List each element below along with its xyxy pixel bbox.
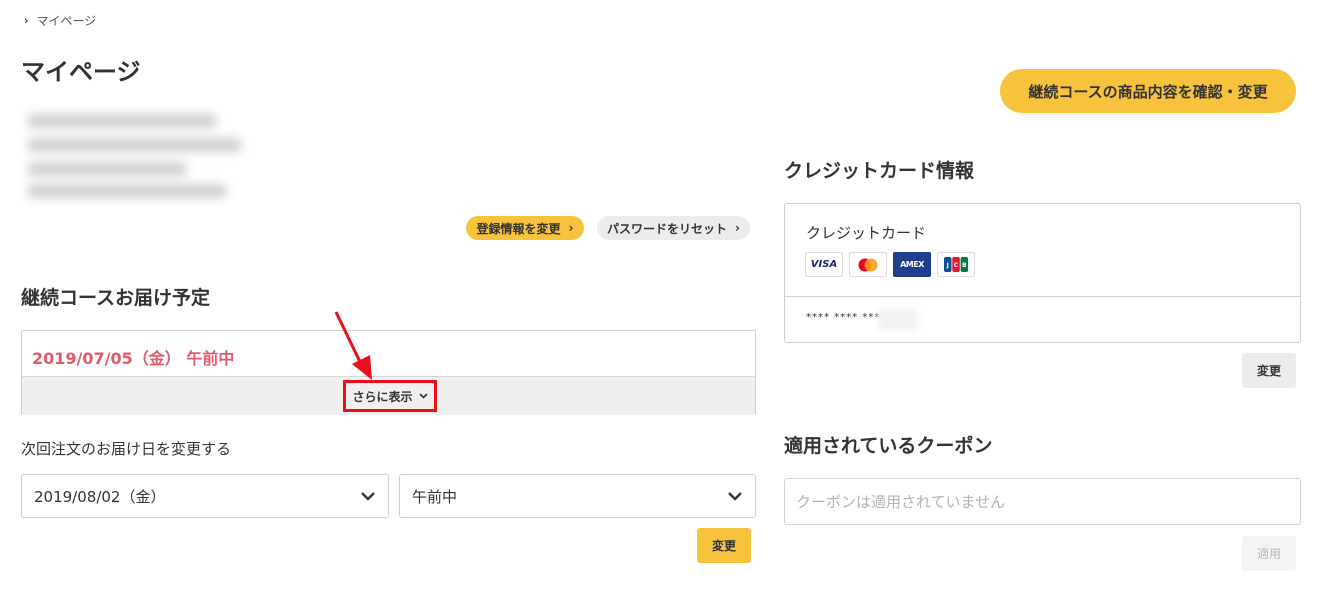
reset-password-button[interactable]: パスワードをリセット › [597,216,750,240]
credit-card-box: クレジットカード VISA AMEX J C B **** **** **** [784,203,1301,343]
delivery-schedule-box: 2019/07/05（金） 午前中 さらに表示 [21,330,756,415]
visa-logo-icon: VISA [805,252,843,277]
apply-coupon-button[interactable]: 適用 [1242,536,1296,571]
edit-profile-button[interactable]: 登録情報を変更 › [466,216,584,240]
page-title: マイページ [21,58,141,86]
card-brand-logos: VISA AMEX J C B [805,252,975,277]
change-delivery-label: 変更 [711,539,736,553]
delivery-time-value: 午前中 [412,487,458,506]
divider [785,296,1300,297]
chevron-right-icon: › [24,14,29,27]
amex-logo-icon: AMEX [893,252,931,277]
svg-text:B: B [962,262,967,269]
scheduled-delivery-date: 2019/07/05（金） 午前中 [32,349,235,368]
chevron-down-icon [728,492,742,501]
annotation-arrow-icon [334,311,372,380]
change-delivery-button[interactable]: 変更 [697,528,751,563]
change-card-label: 変更 [1256,364,1281,378]
credit-card-section-title: クレジットカード情報 [784,160,975,182]
chevron-right-icon: › [568,221,574,235]
edit-profile-label: 登録情報を変更 [476,221,561,236]
show-more-label: さらに表示 [352,389,413,404]
subscription-change-label: 継続コースの商品内容を確認・変更 [1028,82,1268,101]
chevron-down-icon [361,492,375,501]
chevron-down-icon [418,393,428,399]
change-delivery-date-label: 次回注文のお届け日を変更する [21,440,232,458]
chevron-right-icon: › [735,221,740,235]
masked-card-number: **** **** **** [806,312,887,323]
reset-password-label: パスワードをリセット [607,221,728,236]
coupon-section-title: 適用されているクーポン [784,435,993,457]
jcb-logo-icon: J C B [937,252,975,277]
delivery-date-value: 2019/08/02（金） [34,487,166,506]
blurred-card-digits [878,308,918,330]
breadcrumb-item-mypage[interactable]: マイページ [37,12,97,29]
subscription-change-button[interactable]: 継続コースの商品内容を確認・変更 [1000,69,1296,113]
coupon-input[interactable] [784,478,1301,525]
delivery-footer: さらに表示 [22,376,755,415]
credit-card-label: クレジットカード [806,224,927,242]
svg-text:J: J [946,262,949,269]
delivery-time-select[interactable]: 午前中 [399,474,756,518]
svg-text:C: C [954,262,959,269]
delivery-date-select[interactable]: 2019/08/02（金） [21,474,389,518]
blurred-profile-info [13,100,253,208]
delivery-section-title: 継続コースお届け予定 [21,287,211,309]
change-card-button[interactable]: 変更 [1242,353,1296,388]
breadcrumb: › マイページ [24,12,96,29]
mastercard-logo-icon [849,252,887,277]
apply-coupon-label: 適用 [1256,547,1281,561]
